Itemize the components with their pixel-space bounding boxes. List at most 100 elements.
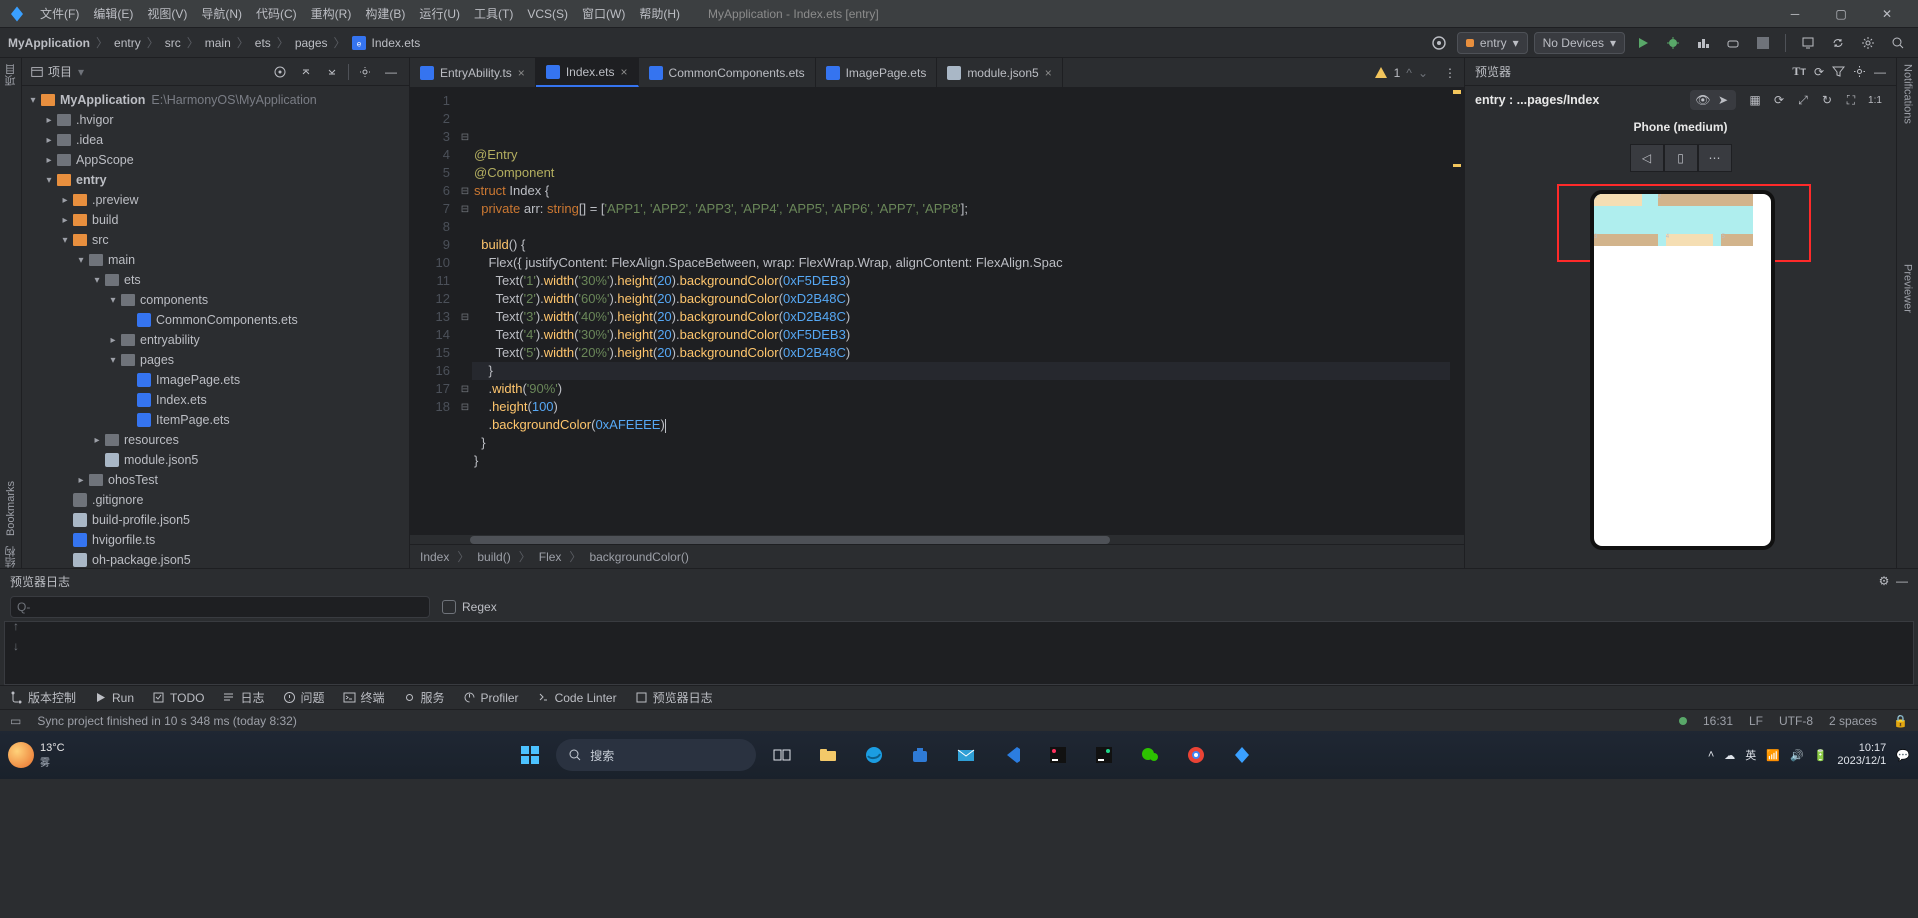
grid-icon[interactable]: ▦ bbox=[1744, 89, 1766, 111]
stop-button[interactable] bbox=[1751, 31, 1775, 55]
editor-body[interactable]: 123456789101112131415161718 ⊟⊟⊟⊟⊟⊟ @Entr… bbox=[410, 88, 1464, 534]
status-events-icon[interactable]: ▭ bbox=[10, 714, 21, 728]
select-opened-file-icon[interactable] bbox=[270, 62, 290, 82]
project-panel-title[interactable]: 项目▾ bbox=[30, 63, 264, 80]
tool-problems[interactable]: 问题 bbox=[283, 689, 325, 706]
taskbar-explorer[interactable] bbox=[808, 735, 848, 775]
run-config-module[interactable]: entry▾ bbox=[1457, 32, 1528, 54]
tray-battery-icon[interactable]: 🔋 bbox=[1814, 749, 1828, 762]
start-button[interactable] bbox=[510, 735, 550, 775]
taskbar-intellij[interactable] bbox=[1038, 735, 1078, 775]
panel-hide-icon[interactable]: — bbox=[1896, 574, 1908, 588]
font-icon[interactable]: TT bbox=[1792, 64, 1806, 79]
status-time[interactable]: 16:31 bbox=[1703, 714, 1733, 728]
breadcrumb-main[interactable]: main bbox=[205, 36, 231, 50]
prev-device-button[interactable]: ◁ bbox=[1630, 144, 1664, 172]
taskbar-taskview[interactable] bbox=[762, 735, 802, 775]
gear-icon[interactable]: ⚙ bbox=[1879, 574, 1890, 588]
menu-vcs[interactable]: VCS(S) bbox=[521, 4, 574, 24]
breadcrumb-pages[interactable]: pages bbox=[295, 36, 328, 50]
tool-vcs[interactable]: 版本控制 bbox=[10, 689, 76, 706]
project-tree[interactable]: ▾MyApplicationE:\HarmonyOS\MyApplication… bbox=[22, 86, 409, 568]
collapse-all-icon[interactable] bbox=[322, 62, 342, 82]
run-button[interactable] bbox=[1631, 31, 1655, 55]
rotate-icon[interactable]: ↻ bbox=[1816, 89, 1838, 111]
menu-file[interactable]: 文件(F) bbox=[34, 2, 85, 25]
tab-commoncomponents[interactable]: CommonComponents.ets bbox=[639, 58, 816, 87]
more-devices-button[interactable]: ⋯ bbox=[1698, 144, 1732, 172]
panel-hide-icon[interactable]: — bbox=[381, 62, 401, 82]
tray-onedrive-icon[interactable]: ☁ bbox=[1724, 749, 1735, 762]
tool-previewlog[interactable]: 预览器日志 bbox=[635, 689, 713, 706]
menu-edit[interactable]: 编辑(E) bbox=[87, 2, 139, 25]
tool-todo[interactable]: TODO bbox=[152, 691, 204, 705]
editor-inspections[interactable]: 1 ^⌄ bbox=[1366, 58, 1436, 87]
refresh-icon[interactable]: ⟳ bbox=[1814, 65, 1824, 79]
zoomout-icon[interactable]: ⤢ bbox=[1792, 89, 1814, 111]
tray-expand-icon[interactable]: ˄ bbox=[1708, 749, 1714, 761]
breadcrumb-root[interactable]: MyApplication bbox=[8, 36, 90, 50]
breadcrumb-file[interactable]: Index.ets bbox=[372, 36, 421, 50]
expand-all-icon[interactable] bbox=[296, 62, 316, 82]
breadcrumb-src[interactable]: src bbox=[165, 36, 181, 50]
tool-codelinter[interactable]: Code Linter bbox=[537, 691, 617, 705]
tab-modulejson[interactable]: module.json5× bbox=[937, 58, 1062, 87]
tool-log[interactable]: 日志 bbox=[222, 689, 264, 706]
tool-services[interactable]: 服务 bbox=[403, 689, 445, 706]
taskbar-store[interactable] bbox=[900, 735, 940, 775]
tray-wifi-icon[interactable]: 📶 bbox=[1766, 749, 1780, 762]
filter-icon[interactable] bbox=[1832, 65, 1845, 78]
target-icon[interactable] bbox=[1427, 31, 1451, 55]
tool-terminal[interactable]: 终端 bbox=[343, 689, 385, 706]
close-icon[interactable]: × bbox=[1045, 66, 1052, 80]
taskbar-weather[interactable]: 13°C雾 bbox=[8, 742, 65, 769]
window-maximize[interactable]: ▢ bbox=[1818, 0, 1864, 28]
menu-refactor[interactable]: 重构(R) bbox=[305, 2, 358, 25]
run-config-device[interactable]: No Devices▾ bbox=[1534, 32, 1625, 54]
device-manager-icon[interactable] bbox=[1796, 31, 1820, 55]
toolwindow-bookmarks-tab[interactable]: Bookmarks bbox=[5, 481, 17, 536]
status-eol[interactable]: LF bbox=[1749, 714, 1763, 728]
menu-tools[interactable]: 工具(T) bbox=[468, 2, 519, 25]
menu-view[interactable]: 视图(V) bbox=[141, 2, 193, 25]
taskbar-edge[interactable] bbox=[854, 735, 894, 775]
status-lock-icon[interactable]: 🔒 bbox=[1893, 714, 1908, 728]
sync-icon[interactable] bbox=[1826, 31, 1850, 55]
log-search-input[interactable]: Q- bbox=[10, 596, 430, 618]
window-close[interactable]: ✕ bbox=[1864, 0, 1910, 28]
fullscreen-icon[interactable]: ⛶ bbox=[1840, 89, 1862, 111]
tray-notifications-icon[interactable]: 💬 bbox=[1896, 749, 1910, 762]
oneone-icon[interactable]: 1:1 bbox=[1864, 89, 1886, 111]
editor-hscrollbar[interactable] bbox=[410, 534, 1464, 544]
toolwindow-project-tab[interactable]: 项目 bbox=[3, 64, 19, 86]
taskbar-datagrip[interactable] bbox=[1084, 735, 1124, 775]
attach-button[interactable] bbox=[1721, 31, 1745, 55]
inspect-toggle[interactable]: 👁 ➤ bbox=[1690, 90, 1736, 110]
close-icon[interactable]: × bbox=[518, 66, 525, 80]
taskbar-mail[interactable] bbox=[946, 735, 986, 775]
log-output[interactable] bbox=[4, 621, 1914, 685]
taskbar-clock[interactable]: 10:172023/12/1 bbox=[1837, 742, 1886, 768]
toolwindow-previewer-tab[interactable]: Previewer bbox=[1902, 264, 1914, 313]
toolwindow-structure-tab[interactable]: 结构 bbox=[3, 546, 19, 568]
fold-gutter[interactable]: ⊟⊟⊟⊟⊟⊟ bbox=[458, 88, 472, 534]
tab-imagepage[interactable]: ImagePage.ets bbox=[816, 58, 938, 87]
profile-button[interactable] bbox=[1691, 31, 1715, 55]
reload-icon[interactable]: ⟳ bbox=[1768, 89, 1790, 111]
status-encoding[interactable]: UTF-8 bbox=[1779, 714, 1813, 728]
device-preview[interactable]: 1 2 3 4 5 bbox=[1590, 190, 1775, 550]
tool-run[interactable]: Run bbox=[94, 691, 134, 705]
search-everywhere-icon[interactable] bbox=[1886, 31, 1910, 55]
status-indent[interactable]: 2 spaces bbox=[1829, 714, 1877, 728]
menu-help[interactable]: 帮助(H) bbox=[633, 2, 686, 25]
close-icon[interactable]: × bbox=[621, 65, 628, 79]
taskbar-search[interactable]: 搜索 bbox=[556, 739, 756, 771]
taskbar-deveco[interactable] bbox=[1222, 735, 1262, 775]
settings-icon[interactable] bbox=[1856, 31, 1880, 55]
gear-icon[interactable] bbox=[1853, 65, 1866, 78]
editor-breadcrumb[interactable]: Index〉 build()〉 Flex〉 backgroundColor() bbox=[410, 544, 1464, 568]
editor-more-icon[interactable]: ⋮ bbox=[1444, 66, 1456, 80]
regex-checkbox[interactable]: Regex bbox=[442, 600, 497, 614]
menu-nav[interactable]: 导航(N) bbox=[195, 2, 248, 25]
tray-volume-icon[interactable]: 🔊 bbox=[1790, 749, 1804, 762]
